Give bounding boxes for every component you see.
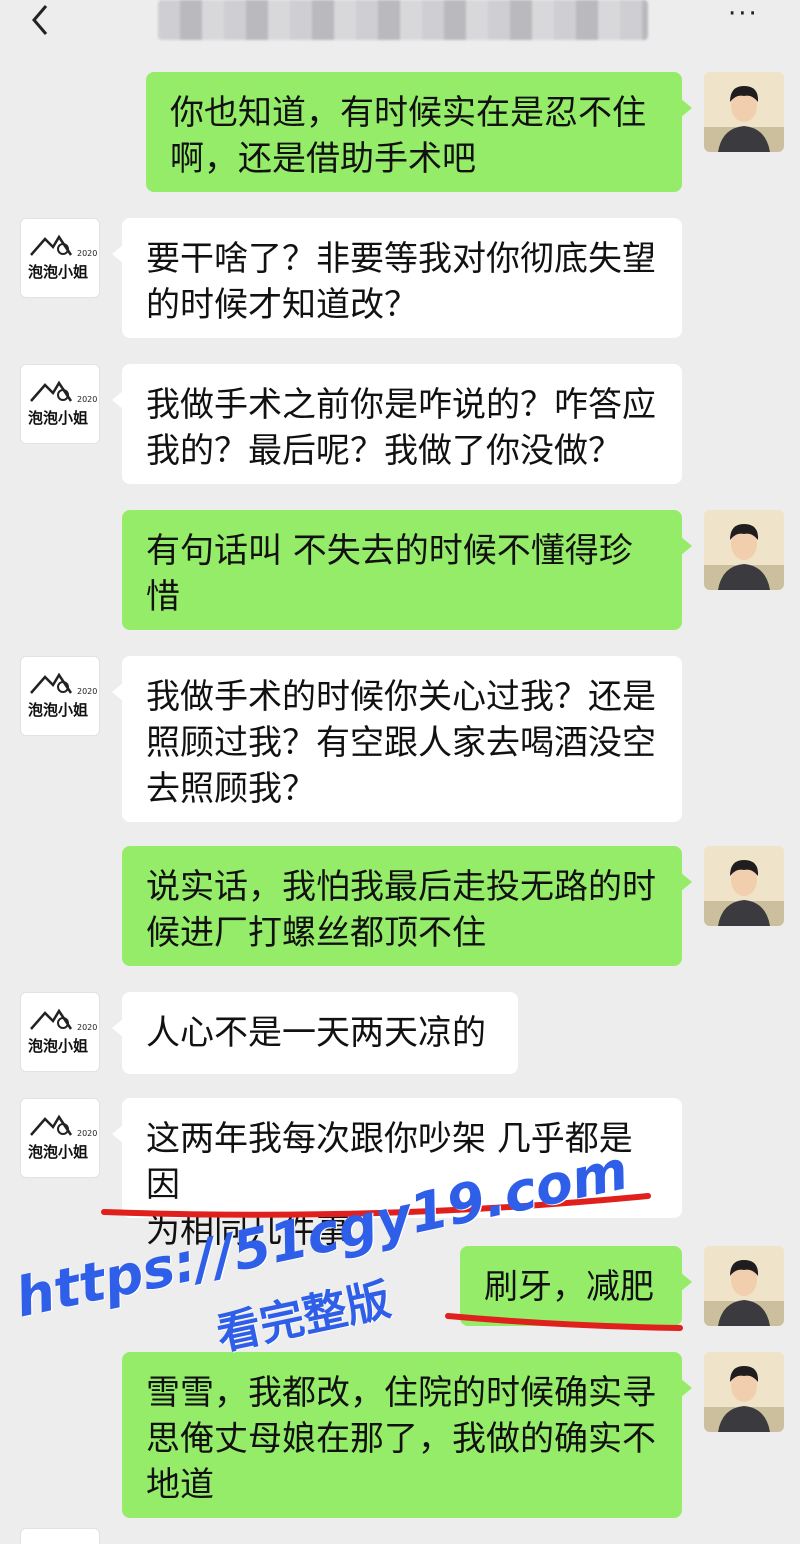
chat-header: ··· [0, 0, 800, 58]
contact-avatar[interactable]: 2020 泡泡小姐 [20, 992, 100, 1072]
message-bubble-contact[interactable]: 要干啥了？非要等我对你彻底失望 的时候才知道改？ [112, 218, 682, 338]
svg-text:2020: 2020 [77, 687, 97, 696]
message-bubble-self[interactable]: 说实话，我怕我最后走投无路的时 候进厂打螺丝都顶不住 [122, 846, 692, 966]
contact-avatar[interactable]: 2020 泡泡小姐 [20, 1098, 100, 1178]
message-bubble-contact[interactable]: 我做手术之前你是咋说的？咋答应 我的？最后呢？我做了你没做？ [112, 364, 682, 484]
paopao-logo-icon: 2020 泡泡小姐 [28, 1008, 97, 1055]
message-bubble-self[interactable]: 雪雪，我都改，住院的时候确实寻 思俺丈母娘在那了，我做的确实不 地道 [122, 1352, 692, 1518]
contact-avatar-partial [20, 1528, 100, 1544]
man-avatar-icon [704, 846, 784, 926]
svg-text:泡泡小姐: 泡泡小姐 [28, 1143, 88, 1161]
chat-title-blurred [158, 0, 648, 40]
paopao-logo-icon: 2020 泡泡小姐 [28, 672, 97, 719]
svg-text:泡泡小姐: 泡泡小姐 [28, 701, 88, 719]
self-avatar[interactable] [704, 510, 784, 590]
self-avatar[interactable] [704, 1246, 784, 1326]
paopao-logo-icon: 2020 泡泡小姐 [28, 380, 97, 427]
chevron-left-icon [32, 5, 48, 35]
message-bubble-contact[interactable]: 我做手术的时候你关心过我？还是 照顾过我？有空跟人家去喝酒没空 去照顾我？ [112, 656, 682, 822]
man-avatar-icon [704, 510, 784, 590]
contact-avatar[interactable]: 2020 泡泡小姐 [20, 656, 100, 736]
back-button[interactable] [22, 2, 58, 38]
man-avatar-icon [704, 1352, 784, 1432]
message-bubble-self[interactable]: 你也知道，有时候实在是忍不住 啊，还是借助手术吧 [146, 72, 692, 192]
svg-text:2020: 2020 [77, 1023, 97, 1032]
contact-avatar[interactable]: 2020 泡泡小姐 [20, 218, 100, 298]
svg-text:泡泡小姐: 泡泡小姐 [28, 1037, 88, 1055]
message-bubble-self[interactable]: 有句话叫 不失去的时候不懂得珍 惜 [122, 510, 692, 630]
svg-text:泡泡小姐: 泡泡小姐 [28, 409, 88, 427]
svg-text:2020: 2020 [77, 1129, 97, 1138]
paopao-logo-icon: 2020 泡泡小姐 [28, 1114, 97, 1161]
svg-text:泡泡小姐: 泡泡小姐 [28, 263, 88, 281]
more-options-button[interactable]: ··· [728, 1, 776, 28]
svg-text:2020: 2020 [77, 395, 97, 404]
man-avatar-icon [704, 72, 784, 152]
self-avatar[interactable] [704, 72, 784, 152]
self-avatar[interactable] [704, 846, 784, 926]
svg-text:2020: 2020 [77, 249, 97, 258]
contact-avatar[interactable]: 2020 泡泡小姐 [20, 364, 100, 444]
man-avatar-icon [704, 1246, 784, 1326]
message-bubble-self[interactable]: 刷牙，减肥 [460, 1246, 692, 1326]
paopao-logo-icon: 2020 泡泡小姐 [28, 234, 97, 281]
self-avatar[interactable] [704, 1352, 784, 1432]
message-bubble-contact[interactable]: 人心不是一天两天凉的 [112, 992, 518, 1074]
